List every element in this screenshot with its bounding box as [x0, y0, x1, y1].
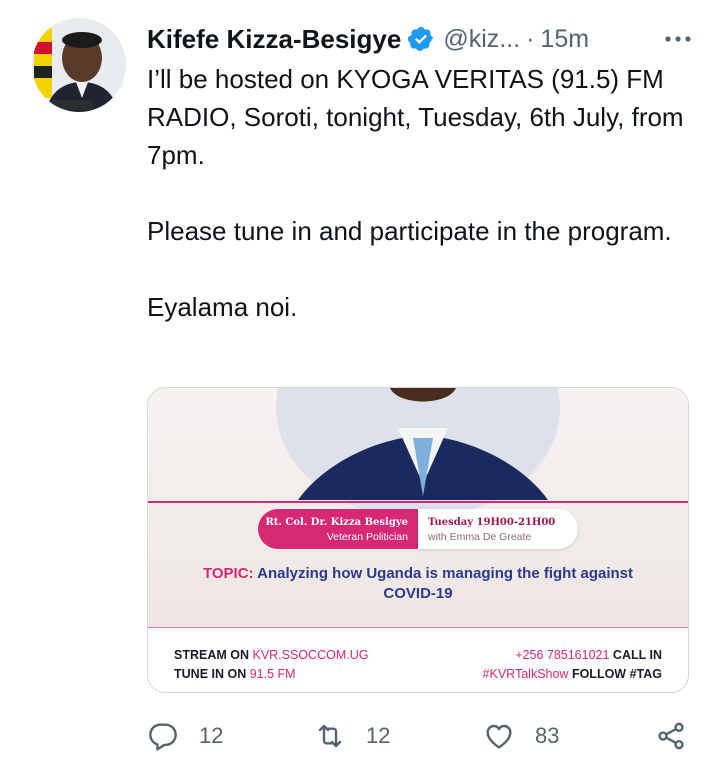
media-card[interactable]: Rt. Col. Dr. Kizza Besigye Veteran Polit… — [147, 387, 689, 693]
stream-value: KVR.SSOCCOM.UG — [252, 648, 369, 662]
tweet-timestamp[interactable]: 15m — [540, 25, 589, 54]
show-time: Tuesday 19H00-21H00 — [428, 517, 556, 528]
share-icon — [658, 722, 684, 750]
tune-value: 91.5 FM — [249, 667, 296, 681]
guest-pill: Rt. Col. Dr. Kizza Besigye Veteran Polit… — [258, 509, 418, 549]
reply-button[interactable]: 12 — [147, 716, 223, 756]
author-handle[interactable]: @kiz... — [443, 25, 520, 54]
like-count: 83 — [535, 723, 560, 748]
retweet-count: 12 — [366, 723, 391, 748]
stream-label: STREAM ON — [174, 648, 249, 662]
more-options-icon[interactable] — [660, 25, 696, 53]
like-button[interactable]: 83 — [483, 716, 559, 756]
guest-name: Rt. Col. Dr. Kizza Besigye — [265, 517, 409, 528]
tune-label: TUNE IN ON — [174, 667, 247, 681]
follow-label: FOLLOW #TAG — [571, 667, 662, 681]
tweet-paragraph: Eyalama noi. — [147, 292, 298, 322]
show-time-pill: Tuesday 19H00-21H00 with Emma De Greate — [418, 509, 578, 549]
action-bar: 12 12 83 — [147, 716, 692, 756]
call-info: +256 785161021 CALL IN #KVRTalkShow FOLL… — [483, 646, 662, 684]
reply-count: 12 — [199, 723, 224, 748]
show-host: with Emma De Greate — [428, 531, 532, 543]
hashtag: #KVRTalkShow — [482, 667, 569, 681]
heart-icon — [486, 724, 512, 749]
author-name[interactable]: Kifefe Kizza-Besigye — [147, 24, 401, 55]
retweet-button[interactable]: 12 — [314, 716, 390, 756]
topic: TOPIC: Analyzing how Uganda is managing … — [188, 564, 648, 604]
retweet-icon — [318, 724, 342, 748]
tweet-paragraph: Please tune in and participate in the pr… — [147, 216, 672, 246]
tweet-text: I’ll be hosted on KYOGA VERITAS (91.5) F… — [147, 60, 695, 326]
tweet-paragraph: I’ll be hosted on KYOGA VERITAS (91.5) F… — [147, 64, 684, 170]
reply-icon — [149, 723, 177, 751]
separator-dot: · — [526, 24, 535, 53]
tweet-header: Kifefe Kizza-Besigye @kiz... · 15m — [147, 22, 696, 56]
share-button[interactable] — [655, 716, 687, 756]
verified-badge-icon — [408, 27, 434, 51]
guest-title: Veteran Politician — [326, 531, 408, 543]
topic-text: Analyzing how Uganda is managing the fig… — [257, 565, 634, 602]
avatar[interactable] — [32, 18, 126, 112]
topic-label: TOPIC: — [202, 565, 254, 582]
call-label: CALL IN — [612, 648, 662, 662]
phone-number: +256 785161021 — [515, 648, 610, 662]
profile-photo-icon — [32, 18, 126, 112]
stream-info: STREAM ON KVR.SSOCCOM.UG TUNE IN ON 91.5… — [174, 646, 368, 684]
